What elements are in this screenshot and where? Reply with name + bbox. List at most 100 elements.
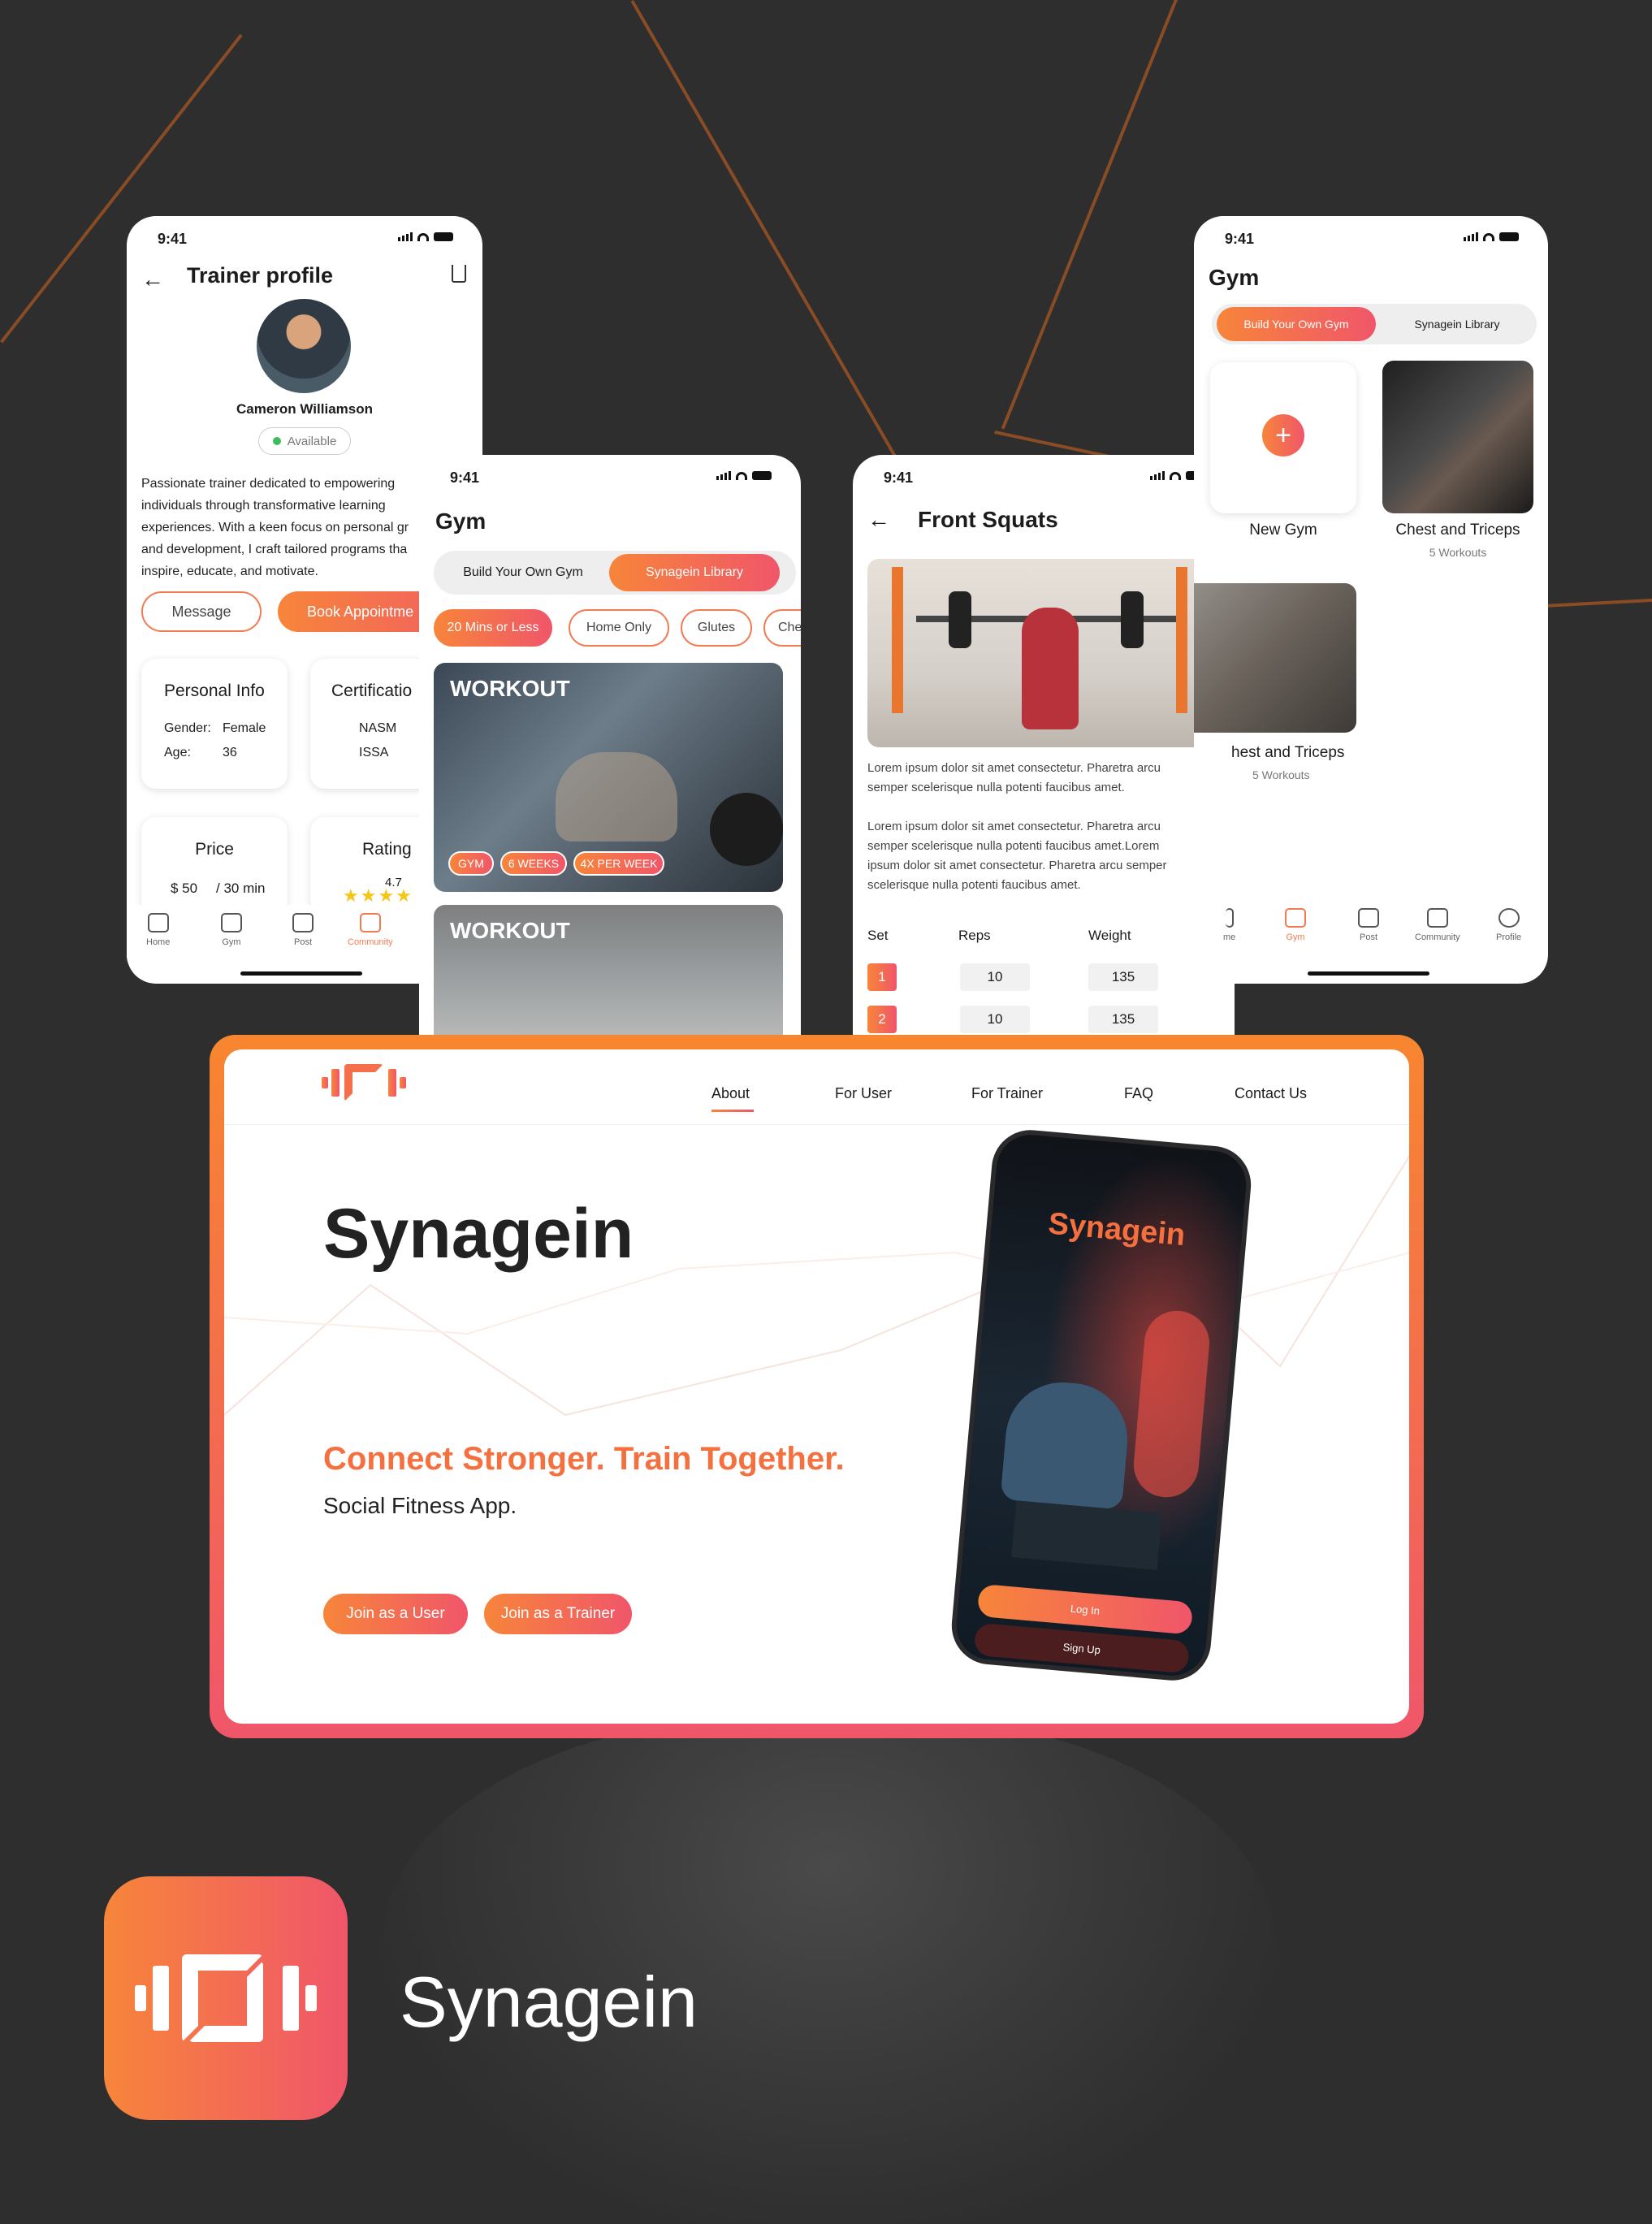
filter-chip[interactable]: Home Only [569,609,669,647]
description-line: Lorem ipsum dolor sit amet consectetur. … [867,761,1161,775]
nav-faq[interactable]: FAQ [1124,1085,1153,1102]
tab-build-own-gym[interactable]: Build Your Own Gym [434,551,612,595]
home-icon [1225,908,1234,928]
nav-gym[interactable]: Gym [1285,908,1306,942]
rating-stars: ★★★★ [343,885,413,906]
nav-profile[interactable]: Profile [1496,908,1521,942]
join-as-trainer-button[interactable]: Join as a Trainer [484,1594,632,1634]
page-title: Gym [435,508,487,534]
weight-field[interactable]: 135 [1088,963,1158,991]
page-title: Trainer profile [187,263,334,288]
nav-home[interactable]: me [1223,908,1235,942]
nav-label: Gym [222,937,241,947]
bio-line: and development, I craft tailored progra… [141,543,408,556]
filter-chip[interactable]: Glutes [681,609,752,647]
filter-chip[interactable]: Che [763,609,801,647]
gym-card-image[interactable] [1382,361,1533,513]
back-arrow-icon[interactable]: ← [867,507,890,533]
description-line: semper scelerisque nulla potenti faucibu… [867,839,1160,853]
gender-value: Female [223,721,266,735]
avatar [257,299,351,393]
site-logo[interactable] [322,1062,408,1103]
trainer-name: Cameron Williamson [236,401,373,417]
page-title: Front Squats [918,507,1058,532]
status-time: 9:41 [450,469,480,486]
trainer-bio: Passionate trainer dedicated to empoweri… [141,473,409,582]
wifi-icon [1170,471,1181,480]
gym-card-subtitle: 5 Workouts [1252,768,1310,781]
status-bar: 9:41 [853,455,1235,487]
dumbbell-icon [1285,908,1306,928]
workout-label: WORKOUT [450,676,570,701]
price-amount: $ 50 [171,881,198,896]
card-title: Certificatio [331,681,413,700]
column-header: Reps [958,928,991,943]
tab-synagein-library[interactable]: Synagein Library [1377,304,1537,344]
nav-label: Home [146,937,171,947]
nav-community[interactable]: Community [348,913,393,947]
nav-community[interactable]: Community [1415,908,1460,942]
bio-line: Passionate trainer dedicated to empoweri… [141,477,396,491]
message-button[interactable]: Message [141,591,262,632]
home-indicator [240,971,362,976]
status-bar: 9:41 [127,216,482,249]
status-bar: 9:41 [419,455,801,487]
brand-name: Synagein [400,1962,698,2042]
workout-tag: GYM [448,851,494,876]
personal-info-card: Personal Info Gender: Female Age: 36 [141,659,288,789]
tab-synagein-library[interactable]: Synagein Library [609,554,780,591]
set-badge: 2 [867,1006,897,1033]
gym-own-screen: 9:41 Gym Build Your Own Gym Synagein Lib… [1194,216,1548,984]
nav-contact-us[interactable]: Contact Us [1235,1085,1307,1102]
weight-plate [949,591,971,648]
filter-chip[interactable]: 20 Mins or Less [434,609,552,647]
age-label: Age: [164,746,191,759]
signal-icon [398,232,413,241]
bio-line: experiences. With a keen focus on person… [141,521,409,534]
plus-square-icon [1358,908,1379,928]
description-line: semper scelerisque nulla potenti faucibu… [867,781,1125,794]
nav-gym[interactable]: Gym [221,913,242,947]
logo-bar [283,1966,299,2031]
wifi-icon [417,232,429,241]
nav-for-trainer[interactable]: For Trainer [971,1085,1043,1102]
battery-icon [752,471,772,480]
website-frame: About For User For Trainer FAQ Contact U… [210,1035,1424,1738]
back-arrow-icon[interactable]: ← [141,266,164,292]
join-as-user-button[interactable]: Join as a User [323,1594,468,1634]
wifi-icon [736,471,747,480]
nav-post[interactable]: Post [1358,908,1379,942]
column-header: Set [867,928,889,943]
gym-card-image[interactable] [1194,583,1356,733]
description-line: Lorem ipsum dolor sit amet consectetur. … [867,820,1161,833]
card-title: Price [195,840,234,859]
status-icons [1464,232,1519,241]
share-icon[interactable] [452,265,466,283]
workout-card[interactable]: WORKOUT GYM 6 WEEKS 4X PER WEEK [434,663,783,892]
battery-icon [434,232,453,241]
certification-item: NASM [359,721,397,735]
nav-active-underline [711,1110,754,1112]
workout-label: WORKOUT [450,918,570,943]
logo-bar [305,1985,317,2011]
reps-field[interactable]: 10 [960,963,1030,991]
nav-about[interactable]: About [711,1085,750,1102]
workout-tag: 4X PER WEEK [573,851,664,876]
column-header: Weight [1088,928,1131,943]
new-gym-card[interactable]: + [1210,362,1356,513]
gender-label: Gender: [164,721,211,735]
nav-post[interactable]: Post [292,913,314,947]
dumbbell-icon [221,913,242,932]
status-time: 9:41 [158,231,188,247]
app-icon [104,1876,348,2120]
nav-label: Profile [1496,932,1522,942]
workout-tag: 6 WEEKS [500,851,567,876]
nav-home[interactable]: Home [146,913,170,947]
weight-field[interactable]: 135 [1088,1006,1158,1033]
nav-label: me [1223,932,1236,942]
description: Lorem ipsum dolor sit amet consectetur. … [867,759,1167,895]
workout-card[interactable]: WORKOUT [434,905,783,1040]
nav-for-user[interactable]: For User [835,1085,892,1102]
reps-field[interactable]: 10 [960,1006,1030,1033]
tab-build-own-gym[interactable]: Build Your Own Gym [1217,307,1376,341]
